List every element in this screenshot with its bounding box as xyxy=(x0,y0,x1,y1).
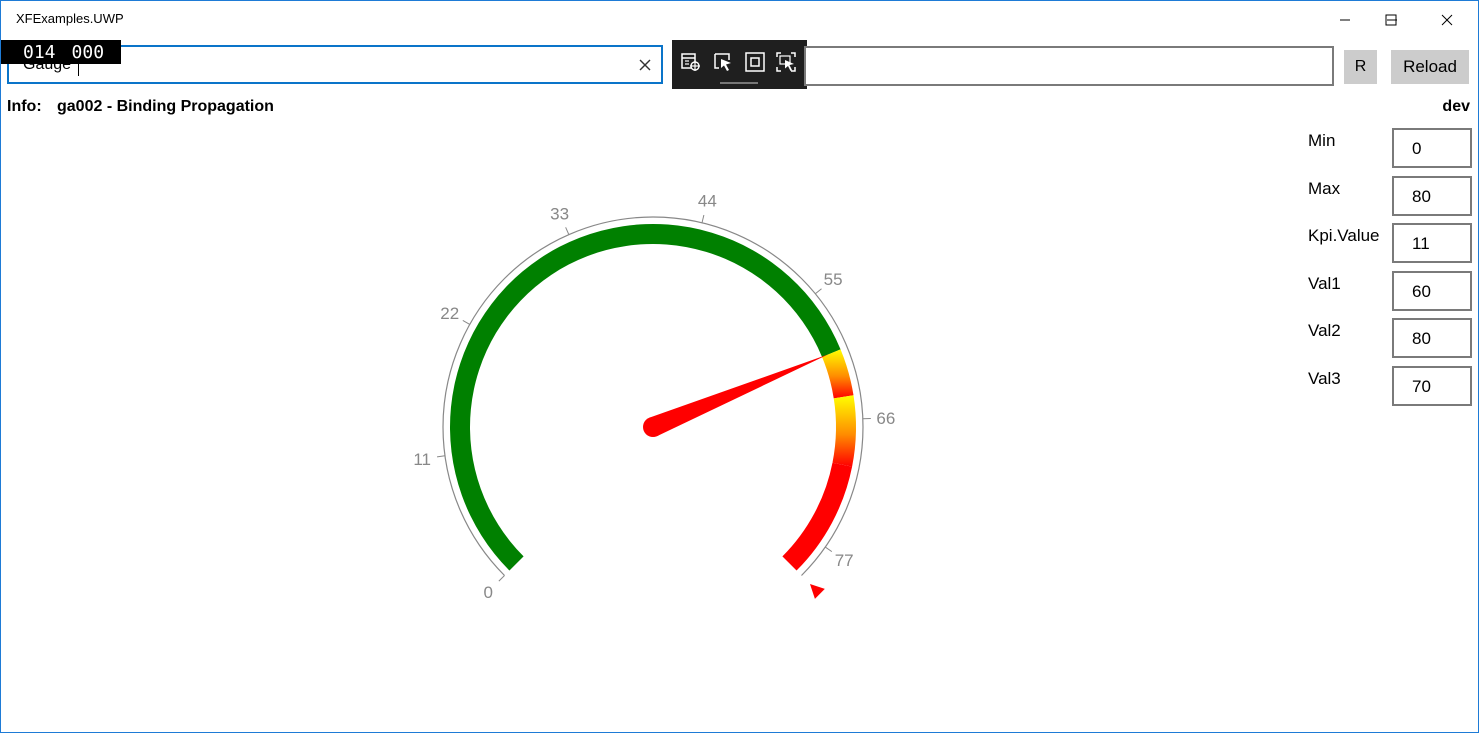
gauge-tick-label: 44 xyxy=(698,191,717,210)
gauge-tick-label: 77 xyxy=(835,551,854,570)
gauge-tick xyxy=(462,320,471,325)
gauge-tick-label: 66 xyxy=(876,409,895,428)
gauge-tick xyxy=(815,288,822,295)
gauge-tick-label: 33 xyxy=(550,205,569,224)
gauge-tick xyxy=(824,546,833,553)
gauge-tick-label: 11 xyxy=(413,450,431,469)
gauge-tick xyxy=(565,227,570,235)
gauge-tick xyxy=(436,455,446,458)
gauge-tick-label: 22 xyxy=(440,304,459,323)
gauge-tick-label: 0 xyxy=(484,583,493,602)
gauge-tick-label: 55 xyxy=(824,270,843,289)
gauge: 0 11 22 33 44 55 66 77 xyxy=(413,191,895,602)
gauge-needle-hub xyxy=(643,417,663,437)
gauge-scale-arc xyxy=(442,216,864,576)
gauge-needle xyxy=(649,354,829,437)
gauge-tick xyxy=(701,214,705,223)
gauge-range-0 xyxy=(449,223,841,571)
gauge-range-transition xyxy=(832,395,857,467)
gauge-range-1 xyxy=(822,349,854,399)
gauge-tick xyxy=(498,575,505,582)
gauge-marker xyxy=(809,583,825,599)
